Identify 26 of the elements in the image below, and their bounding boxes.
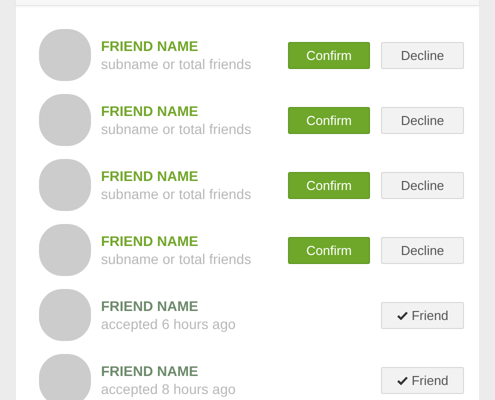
friend-name: FRIEND NAME <box>101 168 200 184</box>
friend-button[interactable]: Friend <box>381 366 464 394</box>
friend-subtitle: subname or total friends <box>101 56 252 72</box>
avatar <box>39 224 91 276</box>
friend-name: FRIEND NAME <box>101 363 200 379</box>
decline-button[interactable]: Decline <box>381 172 464 198</box>
checkmark-icon <box>396 310 408 320</box>
friend-subtitle: accepted 8 hours ago <box>101 381 237 397</box>
avatar <box>39 159 91 211</box>
friend-name: FRIEND NAME <box>101 103 200 119</box>
avatar <box>39 289 91 341</box>
checkmark-icon <box>396 376 408 384</box>
friend-name: FRIEND NAME <box>101 233 200 249</box>
friend-subtitle: subname or total friends <box>101 121 252 137</box>
decline-button[interactable]: Decline <box>381 236 464 264</box>
friend-subtitle: accepted 6 hours ago <box>101 316 237 332</box>
avatar <box>39 94 91 146</box>
friend-subtitle: subname or total friends <box>101 186 252 202</box>
avatar <box>39 354 91 400</box>
avatar <box>39 29 91 81</box>
friend-subtitle: subname or total friends <box>101 251 252 267</box>
friend-button[interactable]: Friend <box>381 302 464 328</box>
decline-button[interactable]: Decline <box>381 42 464 68</box>
friend-name: FRIEND NAME <box>101 38 200 54</box>
friend-name: FRIEND NAME <box>101 298 200 314</box>
decline-button[interactable]: Decline <box>381 106 464 134</box>
